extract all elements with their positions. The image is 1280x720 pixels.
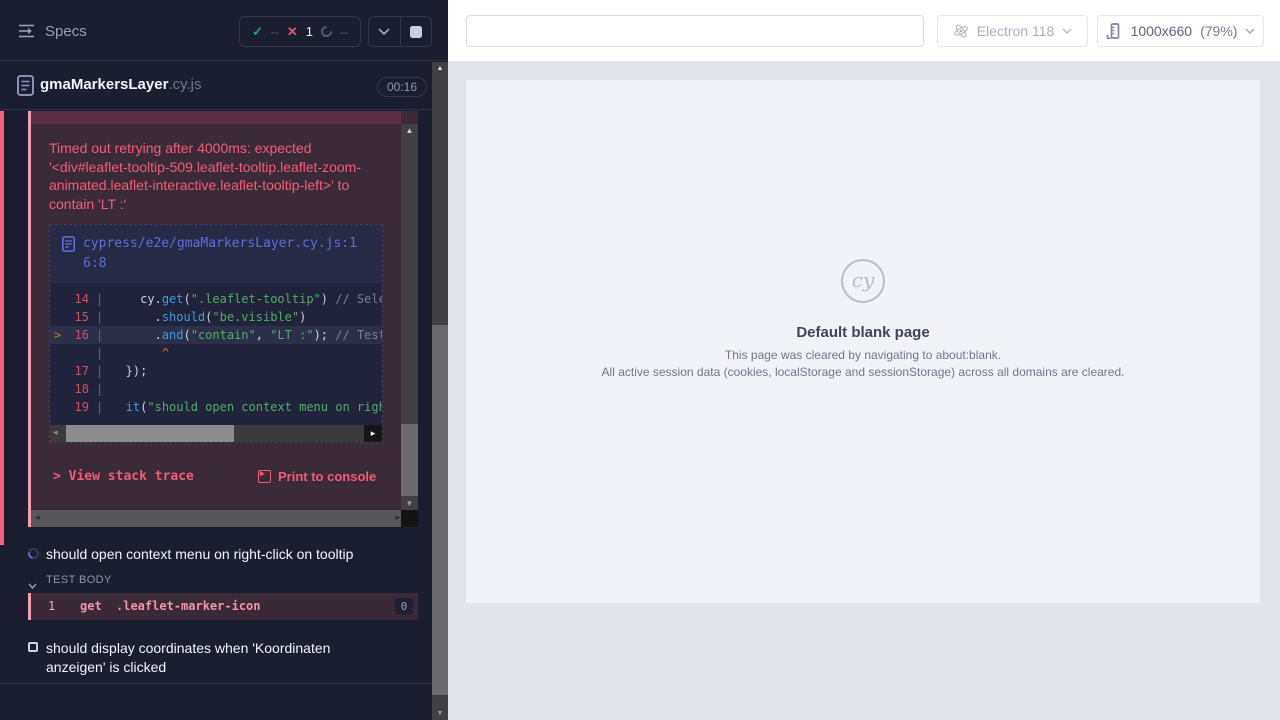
expand-specs-icon[interactable] — [18, 24, 35, 38]
electron-icon — [953, 23, 969, 39]
test-item-running[interactable]: should open context menu on right-click … — [0, 545, 432, 567]
error-code-frame: cypress/e2e/gmaMarkersLayer.cy.js:16:8 1… — [49, 224, 383, 443]
scroll-right-icon[interactable]: ▸ — [395, 512, 400, 523]
blank-page-message-1: This page was cleared by navigating to a… — [466, 348, 1260, 362]
error-panel-vscroll-thumb[interactable] — [401, 424, 418, 496]
chevron-down-icon — [378, 28, 390, 35]
error-panel-vscrollbar[interactable]: ▲ ▼ — [401, 124, 418, 510]
chevron-down-icon — [28, 576, 37, 594]
browser-label: Electron 118 — [977, 23, 1055, 39]
spec-file-icon — [17, 75, 34, 101]
pending-count: -- — [340, 25, 348, 39]
stack-arrow-icon: > — [53, 469, 61, 484]
error-message: Timed out retrying after 4000ms: expecte… — [49, 139, 389, 213]
console-icon — [258, 470, 271, 483]
error-file-path: cypress/e2e/gmaMarkersLayer.cy.js:16:8 — [83, 234, 370, 274]
code-line: | ^ — [50, 344, 382, 362]
test-body-section[interactable]: TEST BODY — [0, 572, 432, 590]
viewport-selector[interactable]: 1000x660 (79%) — [1097, 15, 1264, 47]
scroll-down-icon[interactable]: ▼ — [432, 710, 448, 717]
command-target: .leaflet-marker-icon — [116, 599, 261, 613]
running-spinner-icon — [26, 546, 41, 561]
chevron-down-icon — [1245, 28, 1255, 34]
run-controls — [368, 16, 432, 47]
reporter-header: Specs ✓ -- ✕ 1 -- — [0, 0, 448, 61]
spec-name-main: gmaMarkersLayer — [40, 76, 168, 93]
reporter-vscrollbar[interactable]: ▲ ▼ — [432, 62, 448, 720]
failed-icon: ✕ — [287, 24, 298, 40]
stack-label: View stack trace — [69, 469, 194, 484]
list-divider — [0, 683, 432, 684]
test-stats: ✓ -- ✕ 1 -- — [239, 16, 361, 47]
collapse-button[interactable] — [369, 17, 400, 46]
command-count-badge: 0 — [395, 598, 413, 615]
code-frame-hscroll-thumb[interactable] — [66, 425, 234, 442]
scroll-right-icon[interactable]: ▸ — [364, 425, 382, 442]
command-method: get — [80, 599, 102, 613]
spec-duration-badge: 00:16 — [377, 77, 427, 97]
view-stack-trace-button[interactable]: > View stack trace — [53, 469, 194, 484]
scroll-up-icon[interactable]: ▲ — [432, 65, 448, 72]
passed-count: -- — [271, 25, 279, 39]
failed-count: 1 — [306, 24, 313, 39]
blank-page-message-2: All active session data (cookies, localS… — [466, 365, 1260, 379]
error-panel-hscrollbar[interactable]: ◂ ▸ — [31, 510, 404, 527]
aut-topbar: Electron 118 1000x660 (79%) — [448, 0, 1280, 62]
failed-attempt-bar — [0, 111, 4, 545]
code-line: 17| }); — [50, 362, 382, 380]
print-to-console-button[interactable]: Print to console — [258, 469, 376, 484]
aut-panel: Electron 118 1000x660 (79%) cy Default b… — [448, 0, 1280, 720]
code-line: 18| — [50, 380, 382, 398]
cypress-runner: Specs ✓ -- ✕ 1 -- gmaMa — [0, 0, 1280, 720]
error-panel: Timed out retrying after 4000ms: expecte… — [28, 111, 418, 527]
passed-icon: ✓ — [252, 24, 263, 40]
spec-name-ext: .cy.js — [168, 76, 201, 93]
stop-icon — [410, 26, 422, 38]
test-title: should display coordinates when 'Koordin… — [46, 639, 378, 677]
aut-background: cy Default blank page This page was clea… — [448, 62, 1280, 720]
scroll-down-icon[interactable]: ▼ — [401, 499, 418, 508]
scroll-up-icon[interactable]: ▲ — [401, 126, 418, 135]
reporter-vscroll-thumb[interactable] — [432, 325, 448, 695]
viewport-size: 1000x660 — [1131, 23, 1193, 39]
code-line: 19| it("should open context menu on righ — [50, 398, 382, 416]
error-actions: > View stack trace Print to console — [31, 469, 391, 493]
spec-row[interactable]: gmaMarkersLayer.cy.js 00:16 — [0, 62, 448, 110]
console-label: Print to console — [278, 469, 376, 484]
command-number: 1 — [48, 599, 55, 613]
code-frame-body: 14| cy.get(".leaflet-tooltip") // Sele 1… — [50, 283, 382, 425]
browser-selector[interactable]: Electron 118 — [937, 15, 1088, 47]
error-header-strip — [31, 111, 401, 124]
code-line: >16| .and("contain", "LT :"); // Test — [50, 326, 382, 344]
error-file-link[interactable]: cypress/e2e/gmaMarkersLayer.cy.js:16:8 — [50, 225, 382, 283]
code-frame-hscrollbar[interactable]: ◂ ▸ — [50, 425, 382, 442]
blank-page-title: Default blank page — [466, 324, 1260, 341]
ruler-icon — [1106, 23, 1123, 40]
specs-title: Specs — [45, 23, 87, 40]
stop-button[interactable] — [400, 17, 432, 46]
code-line: 15| .should("be.visible") — [50, 308, 382, 326]
scroll-left-icon[interactable]: ◂ — [53, 427, 58, 438]
aut-iframe: cy Default blank page This page was clea… — [466, 80, 1260, 603]
spec-name: gmaMarkersLayer.cy.js — [40, 76, 201, 93]
pending-icon — [319, 24, 335, 40]
chevron-down-icon — [1062, 28, 1072, 34]
test-body-label: TEST BODY — [46, 574, 112, 586]
file-icon — [62, 236, 75, 252]
scroll-left-icon[interactable]: ◂ — [35, 512, 40, 523]
cypress-logo: cy — [841, 259, 885, 303]
code-line: 14| cy.get(".leaflet-tooltip") // Sele — [50, 290, 382, 308]
reporter-sidebar: Specs ✓ -- ✕ 1 -- gmaMa — [0, 0, 448, 720]
test-title: should open context menu on right-click … — [46, 546, 353, 562]
test-item-pending[interactable]: should display coordinates when 'Koordin… — [0, 638, 432, 678]
viewport-zoom: (79%) — [1200, 23, 1237, 39]
scrollbar-corner — [401, 510, 418, 527]
url-input[interactable] — [466, 15, 924, 47]
pending-test-icon — [28, 642, 38, 652]
command-row[interactable]: 1 get .leaflet-marker-icon 0 — [28, 593, 418, 620]
